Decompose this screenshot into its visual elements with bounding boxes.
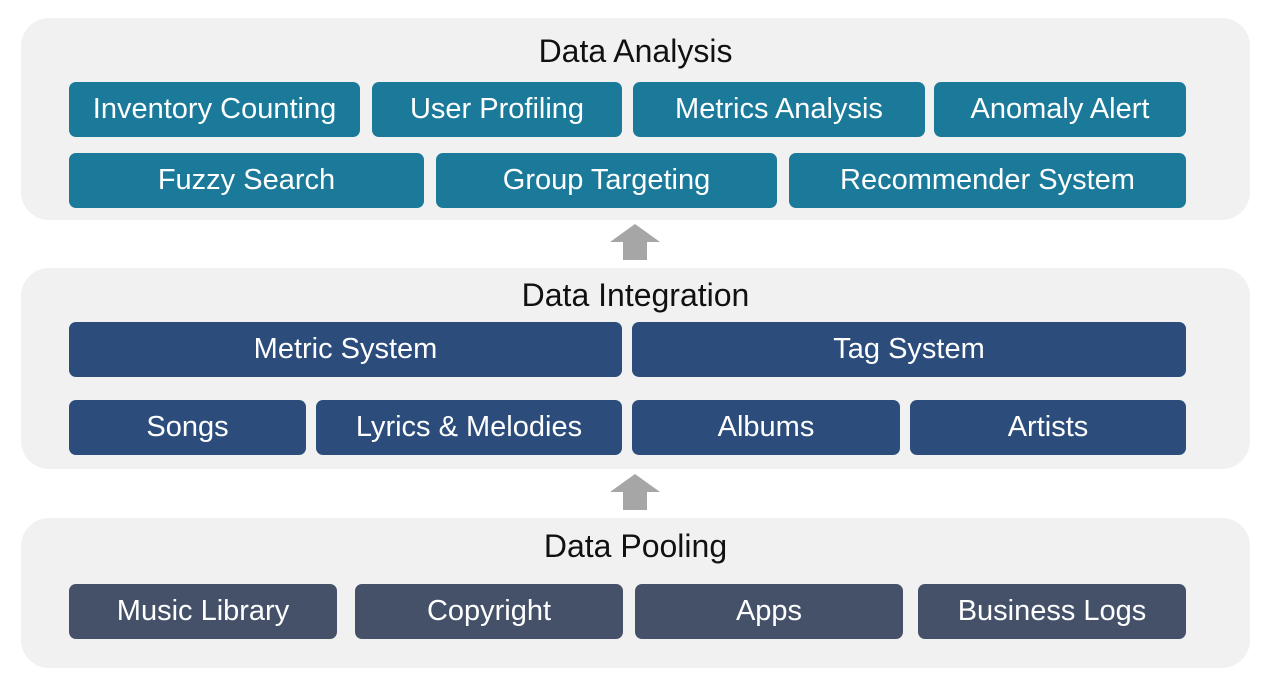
- box-group-targeting: Group Targeting: [436, 153, 777, 208]
- box-metrics-analysis: Metrics Analysis: [633, 82, 925, 137]
- box-recommender-system: Recommender System: [789, 153, 1186, 208]
- box-apps: Apps: [635, 584, 903, 639]
- layer-title-data-integration: Data Integration: [521, 277, 750, 313]
- box-songs: Songs: [69, 400, 306, 455]
- box-user-profiling: User Profiling: [372, 82, 622, 137]
- box-business-logs: Business Logs: [918, 584, 1186, 639]
- box-lyrics-melodies: Lyrics & Melodies: [316, 400, 622, 455]
- box-anomaly-alert: Anomaly Alert: [934, 82, 1186, 137]
- box-tag-system: Tag System: [632, 322, 1186, 377]
- up-arrow-icon: [610, 474, 660, 510]
- box-artists: Artists: [910, 400, 1186, 455]
- layer-title-data-pooling: Data Pooling: [543, 528, 728, 564]
- box-music-library: Music Library: [69, 584, 337, 639]
- up-arrow-icon: [610, 224, 660, 260]
- layer-title-data-analysis: Data Analysis: [538, 33, 733, 69]
- box-inventory-counting: Inventory Counting: [69, 82, 360, 137]
- box-fuzzy-search: Fuzzy Search: [69, 153, 424, 208]
- box-metric-system: Metric System: [69, 322, 622, 377]
- box-copyright: Copyright: [355, 584, 623, 639]
- box-albums: Albums: [632, 400, 900, 455]
